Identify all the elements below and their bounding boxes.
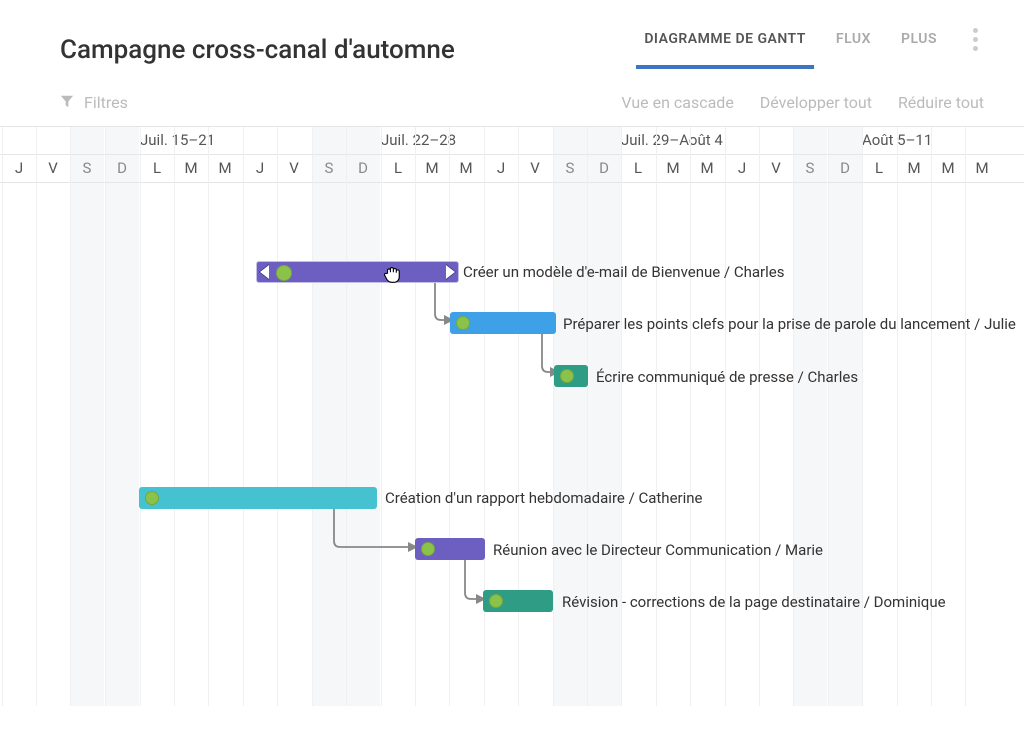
resize-handle-left-icon[interactable] [260, 265, 269, 279]
gantt-inner: Juil. 15–21Juil. 22–28Juil. 29–Août 4Aoû… [0, 127, 1024, 706]
status-dot-icon [276, 265, 292, 281]
status-dot-icon [489, 594, 503, 608]
day-column [140, 127, 174, 706]
day-column [484, 127, 518, 706]
task-bar-t1[interactable] [256, 261, 459, 283]
filters-button[interactable]: Filtres [60, 93, 128, 112]
status-dot-icon [145, 491, 159, 505]
day-column [690, 127, 724, 706]
day-column [828, 127, 862, 706]
day-column [381, 127, 415, 706]
task-label-t3: Écrire communiqué de presse / Charles [596, 367, 858, 387]
tab-flux[interactable]: FLUX [836, 31, 871, 69]
day-column [862, 127, 896, 706]
status-dot-icon [560, 369, 574, 383]
day-column [656, 127, 690, 706]
day-column [312, 127, 346, 706]
task-bar-t6[interactable] [483, 590, 553, 612]
day-column [793, 127, 827, 706]
task-bar-t4[interactable] [139, 487, 377, 509]
day-column [415, 127, 449, 706]
day-column [759, 127, 793, 706]
toolbar: Filtres Vue en cascade Développer tout R… [0, 81, 1024, 126]
task-label-t2: Préparer les points clefs pour la prise … [563, 314, 1024, 334]
day-column [553, 127, 587, 706]
status-dot-icon [421, 542, 435, 556]
tabs: DIAGRAMME DE GANTT FLUX PLUS [644, 28, 984, 71]
day-column [725, 127, 759, 706]
day-column [897, 127, 931, 706]
day-column [449, 127, 483, 706]
day-column [518, 127, 552, 706]
more-menu-button[interactable] [967, 28, 984, 71]
day-column [36, 127, 70, 706]
tab-gantt[interactable]: DIAGRAMME DE GANTT [644, 31, 806, 69]
day-column [105, 127, 139, 706]
task-bar-t3[interactable] [554, 365, 588, 387]
resize-handle-right-icon[interactable] [446, 265, 455, 279]
cascade-view-link[interactable]: Vue en cascade [621, 93, 733, 112]
tab-plus[interactable]: PLUS [901, 31, 937, 69]
day-column [587, 127, 621, 706]
filters-label: Filtres [84, 93, 128, 112]
task-bar-t2[interactable] [450, 312, 556, 334]
header: Campagne cross-canal d'automne DIAGRAMME… [0, 0, 1024, 81]
day-column [70, 127, 104, 706]
page-title: Campagne cross-canal d'automne [60, 35, 644, 65]
collapse-all-link[interactable]: Réduire tout [898, 93, 984, 112]
expand-all-link[interactable]: Développer tout [760, 93, 872, 112]
day-column [965, 127, 999, 706]
day-column [931, 127, 965, 706]
day-column [621, 127, 655, 706]
status-dot-icon [456, 316, 470, 330]
view-controls: Vue en cascade Développer tout Réduire t… [621, 93, 984, 112]
day-column [346, 127, 380, 706]
task-bar-t5[interactable] [415, 538, 485, 560]
task-label-t6: Révision - corrections de la page destin… [562, 592, 946, 612]
grab-cursor-icon [382, 264, 404, 286]
day-column [2, 127, 36, 706]
day-column [174, 127, 208, 706]
task-label-t4: Création d'un rapport hebdomadaire / Cat… [385, 488, 703, 508]
filter-icon [60, 93, 74, 112]
day-column [243, 127, 277, 706]
task-label-t5: Réunion avec le Directeur Communication … [493, 540, 823, 560]
day-column [277, 127, 311, 706]
task-label-t1: Créer un modèle d'e-mail de Bienvenue / … [463, 262, 784, 282]
gantt-chart[interactable]: Juil. 15–21Juil. 22–28Juil. 29–Août 4Aoû… [0, 126, 1024, 706]
day-column [208, 127, 242, 706]
